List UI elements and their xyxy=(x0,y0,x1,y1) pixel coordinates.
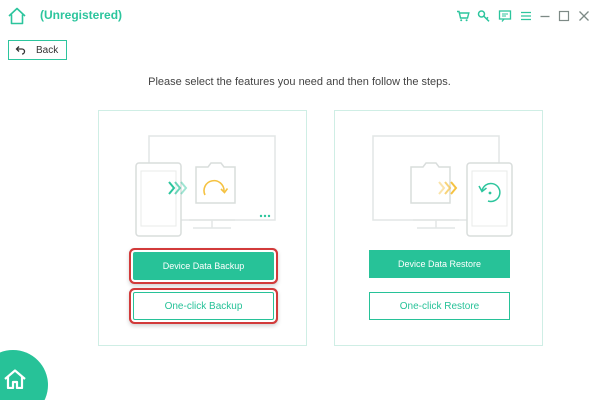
restore-illustration xyxy=(372,135,513,237)
backup-illustration xyxy=(135,135,276,237)
feedback-icon[interactable] xyxy=(498,9,512,23)
home-fab-button[interactable] xyxy=(0,350,48,400)
maximize-icon[interactable] xyxy=(557,9,571,23)
back-arrow-icon xyxy=(15,46,26,55)
backup-card: Device Data Backup One-click Backup xyxy=(98,110,307,346)
app-title: (Unregistered) xyxy=(40,8,123,22)
home-icon[interactable] xyxy=(7,6,27,26)
key-icon[interactable] xyxy=(477,9,491,23)
back-button[interactable]: Back xyxy=(8,40,67,60)
restore-card: Device Data Restore One-click Restore xyxy=(334,110,543,346)
device-data-backup-button[interactable]: Device Data Backup xyxy=(133,252,274,280)
home-icon xyxy=(4,369,26,389)
one-click-backup-button[interactable]: One-click Backup xyxy=(133,292,274,320)
instruction-label: Please select the features you need and … xyxy=(148,76,451,88)
instruction-text: Please select the features you need and … xyxy=(0,76,600,88)
cart-icon[interactable] xyxy=(456,9,470,23)
title-bar: (Unregistered) xyxy=(0,0,600,32)
back-label: Back xyxy=(36,44,59,56)
close-icon[interactable] xyxy=(577,9,591,23)
menu-icon[interactable] xyxy=(519,9,533,23)
device-data-restore-button[interactable]: Device Data Restore xyxy=(369,250,510,278)
one-click-restore-button[interactable]: One-click Restore xyxy=(369,292,510,320)
minimize-icon[interactable] xyxy=(538,9,552,23)
